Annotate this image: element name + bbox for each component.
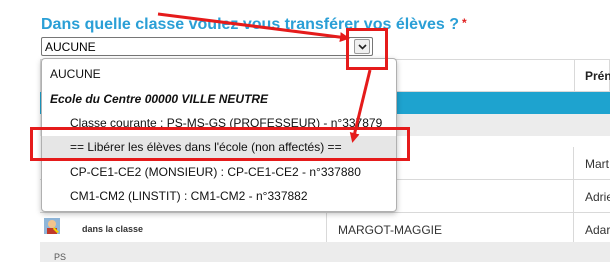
class-select[interactable]: AUCUNE xyxy=(41,37,373,56)
class-dropdown-list: AUCUNE Ecole du Centre 00000 VILLE NEUTR… xyxy=(41,58,397,212)
student-icon xyxy=(44,218,60,234)
select-value: AUCUNE xyxy=(45,40,96,54)
option-current-class[interactable]: Classe courante : PS-MS-GS (PROFESSEUR) … xyxy=(42,112,396,134)
transfer-question: Dans quelle classe voulez vous transfére… xyxy=(41,16,467,34)
select-dropdown-button[interactable] xyxy=(354,39,370,54)
table-footer-row: PS xyxy=(40,242,610,262)
student-first-name: Adar xyxy=(585,223,610,237)
optgroup-school: Ecole du Centre 00000 VILLE NEUTRE xyxy=(50,92,269,106)
student-last-name: MARGOT-MAGGIE xyxy=(338,223,443,237)
option-cp-ce1-ce2[interactable]: CP-CE1-CE2 (MONSIEUR) : CP-CE1-CE2 - n°3… xyxy=(42,161,396,183)
option-free-students[interactable]: == Libérer les élèves dans l'école (non … xyxy=(42,136,396,158)
student-status: dans la classe xyxy=(82,224,144,234)
option-aucune[interactable]: AUCUNE xyxy=(42,63,396,85)
question-text: Dans quelle classe voulez vous transfére… xyxy=(41,16,459,33)
student-first-name: Adrie xyxy=(585,190,610,204)
column-header-prenom: Prén xyxy=(585,69,610,83)
option-cm1-cm2[interactable]: CM1-CM2 (LINSTIT) : CM1-CM2 - n°337882 xyxy=(42,185,396,207)
student-first-name: Mart xyxy=(585,157,609,171)
chevron-down-icon xyxy=(358,44,367,50)
footer-text: PS xyxy=(54,252,67,262)
required-mark: * xyxy=(461,16,467,30)
